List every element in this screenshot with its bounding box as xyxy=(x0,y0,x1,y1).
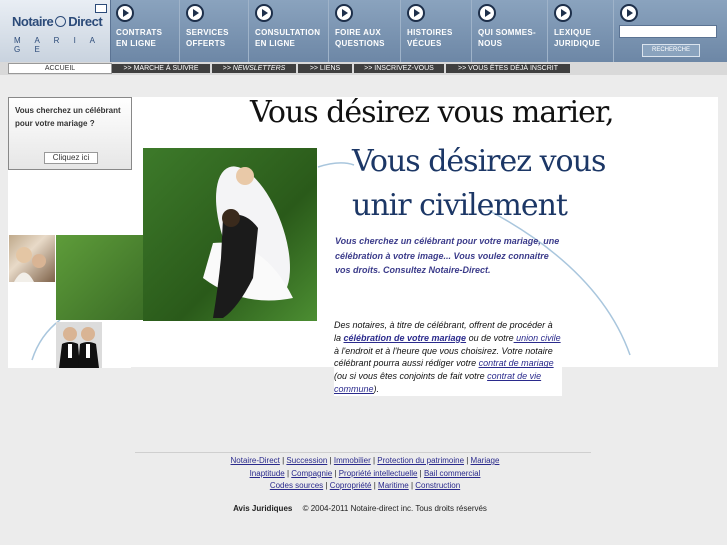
footer-link-codes-sources[interactable]: Codes sources xyxy=(270,481,323,490)
bride-illustration xyxy=(14,247,46,282)
para-text: ou de votre xyxy=(466,332,514,343)
footer-link-immobilier[interactable]: Immobilier xyxy=(334,456,371,465)
wedding-couple-photo xyxy=(143,148,317,321)
footer-link-notaire-direct[interactable]: Notaire-Direct xyxy=(231,456,280,465)
footer-link-construction[interactable]: Construction xyxy=(415,481,460,490)
avis-juridiques-link[interactable]: Avis Juridiques xyxy=(233,504,292,513)
footer-link-compagnie[interactable]: Compagnie xyxy=(291,469,332,478)
headline-unir-civilement: Vous désirez vous unir civilement xyxy=(352,144,606,223)
footer-link-inaptitude[interactable]: Inaptitude xyxy=(250,469,285,478)
bride-thumbnail-photo xyxy=(9,235,55,282)
link-celebration-mariage[interactable]: célébration de votre mariage xyxy=(344,333,467,343)
footer-link-copropriete[interactable]: Copropriété xyxy=(330,481,372,490)
headline-marier: Vous désirez vous marier, xyxy=(250,95,614,130)
copyright-line: Avis Juridiques © 2004-2011 Notaire-dire… xyxy=(150,504,570,513)
para-text: (ou si vous êtes conjoints de fait votre xyxy=(334,371,488,382)
couple-illustration xyxy=(203,166,293,318)
footer-link-propriete-intellectuelle[interactable]: Propriété intellectuelle xyxy=(339,469,418,478)
footer-link-succession[interactable]: Succession xyxy=(286,456,327,465)
footer-links: Notaire-Direct | Succession | Immobilier… xyxy=(230,456,500,490)
para-text: ). xyxy=(373,383,380,394)
grass-photo xyxy=(56,235,143,320)
description-paragraph: Des notaires, à titre de célébrant, offr… xyxy=(334,319,562,396)
couple-suits-illustration xyxy=(59,327,99,368)
footer-link-maritime[interactable]: Maritime xyxy=(378,481,409,490)
footer-link-protection-patrimoine[interactable]: Protection du patrimoine xyxy=(377,456,464,465)
footer-link-bail-commercial[interactable]: Bail commercial xyxy=(424,469,480,478)
link-contrat-mariage[interactable]: contrat de mariage xyxy=(479,358,554,368)
footer-divider xyxy=(135,452,591,453)
copyright-text: © 2004-2011 Notaire-direct inc. Tous dro… xyxy=(302,504,487,513)
footer-link-mariage[interactable]: Mariage xyxy=(471,456,500,465)
intro-text: Vous cherchez un célébrant pour votre ma… xyxy=(335,236,560,275)
couple-thumbnail-photo xyxy=(56,322,102,368)
link-union-civile[interactable]: union civile xyxy=(514,333,561,343)
